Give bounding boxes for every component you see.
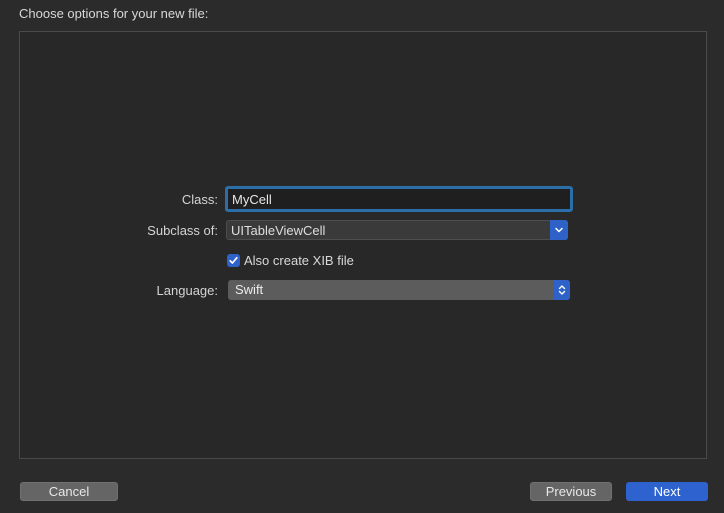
language-label: Language: [156,283,218,298]
next-button[interactable]: Next [626,482,708,501]
subclass-combo-box[interactable]: UITableViewCell [226,220,568,240]
create-xib-label[interactable]: Also create XIB file [244,253,354,268]
subclass-value[interactable]: UITableViewCell [231,223,325,238]
class-name-field[interactable] [225,186,573,212]
up-down-chevron-icon [558,285,566,295]
language-value: Swift [235,282,264,297]
cancel-button[interactable]: Cancel [20,482,118,501]
subclass-dropdown-button[interactable] [550,220,568,240]
dialog-heading: Choose options for your new file: [19,6,209,21]
class-label: Class: [181,192,218,207]
language-popup-button[interactable]: Swift [228,280,570,300]
language-stepper [554,280,570,300]
chevron-down-icon [555,227,563,233]
checkmark-icon [229,256,238,264]
create-xib-checkbox[interactable] [227,254,240,267]
new-file-options-dialog: Choose options for your new file: Class:… [0,0,724,513]
previous-button[interactable]: Previous [530,482,612,501]
options-panel [19,31,707,459]
subclass-label: Subclass of: [147,223,218,238]
